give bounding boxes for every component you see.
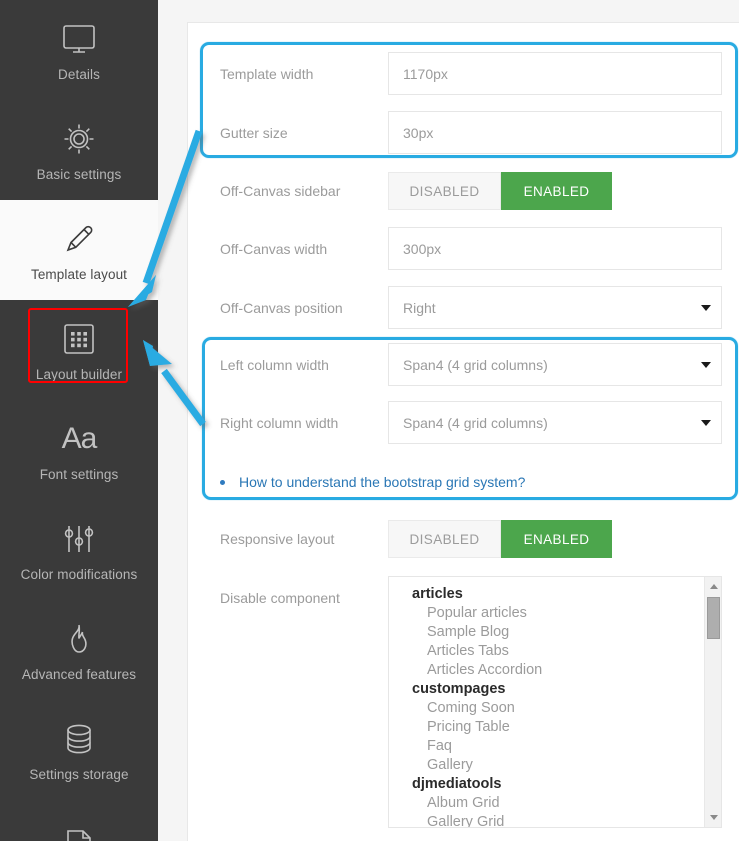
component-option[interactable]: Articles Tabs [389,642,721,661]
sidebar-item-label: Advanced features [21,666,137,682]
sidebar-item-advanced-features[interactable]: Advanced features [0,600,158,700]
template-width-input[interactable] [388,52,722,95]
sidebar-item-template-layout[interactable]: Template layout [0,200,158,300]
row-responsive-layout: Responsive layout DISABLED ENABLED [188,520,739,558]
offcanvas-sidebar-label: Off-Canvas sidebar [220,183,341,199]
left-column-width-value[interactable]: Span4 (4 grid columns) [388,343,722,386]
sliders-icon [62,519,96,559]
responsive-layout-disabled-button[interactable]: DISABLED [388,520,501,558]
disable-component-listbox[interactable]: articles Popular articles Sample Blog Artic… [388,576,722,828]
scrollbar-thumb[interactable] [707,597,720,639]
row-offcanvas-position: Off-Canvas position Right [188,286,739,329]
offcanvas-width-input[interactable] [388,227,722,270]
app-screen: Details Basic settings Template layout L… [0,0,739,841]
right-column-width-label: Right column width [220,414,339,431]
right-column-width-select[interactable]: Span4 (4 grid columns) [388,401,722,444]
aa-icon: Aa [61,419,98,459]
component-option-list: articles Popular articles Sample Blog Artic… [389,577,721,827]
offcanvas-sidebar-disabled-button[interactable]: DISABLED [388,172,501,210]
gutter-size-label: Gutter size [220,124,288,141]
sidebar-item-details[interactable]: Details [0,0,158,100]
row-gutter-size: Gutter size [188,111,739,154]
left-column-width-label: Left column width [220,356,329,373]
left-column-width-select[interactable]: Span4 (4 grid columns) [388,343,722,386]
row-right-column-width: Right column width Span4 (4 grid columns… [188,401,739,444]
sidebar-item-documentation[interactable] [0,800,158,841]
right-column-width-value[interactable]: Span4 (4 grid columns) [388,401,722,444]
offcanvas-sidebar-toggle[interactable]: DISABLED ENABLED [388,172,612,210]
responsive-layout-enabled-button[interactable]: ENABLED [501,520,612,558]
offcanvas-width-label: Off-Canvas width [220,240,328,257]
component-group-label[interactable]: djmediatools [389,775,721,794]
listbox-scrollbar[interactable] [704,577,721,827]
monitor-icon [61,19,97,59]
offcanvas-position-value[interactable]: Right [388,286,722,329]
sidebar-item-label: Color modifications [20,566,138,582]
row-left-column-width: Left column width Span4 (4 grid columns) [188,343,739,386]
sidebar-item-color-modifications[interactable]: Color modifications [0,500,158,600]
component-option[interactable]: Gallery Grid [389,813,721,827]
row-offcanvas-width: Off-Canvas width [188,227,739,270]
sidebar: Details Basic settings Template layout L… [0,0,158,841]
settings-panel: Template width Gutter size Off-Canvas si… [187,22,739,841]
gear-icon [61,119,97,159]
bootstrap-grid-help-link[interactable]: How to understand the bootstrap grid sys… [239,474,525,490]
sidebar-item-layout-builder[interactable]: Layout builder [0,300,158,400]
offcanvas-position-select[interactable]: Right [388,286,722,329]
grid-icon [62,319,96,359]
component-option[interactable]: Faq [389,737,721,756]
sidebar-item-label: Layout builder [35,366,123,382]
responsive-layout-toggle[interactable]: DISABLED ENABLED [388,520,612,558]
row-help-link: How to understand the bootstrap grid sys… [188,471,739,493]
component-option[interactable]: Album Grid [389,794,721,813]
sidebar-item-label: Settings storage [29,766,129,782]
disable-component-label: Disable component [220,590,340,606]
sidebar-item-label: Basic settings [36,166,122,182]
scroll-down-arrow-icon[interactable] [705,809,721,826]
component-option[interactable]: Popular articles [389,604,721,623]
pencil-icon [61,219,97,259]
template-width-label: Template width [220,65,314,82]
scroll-up-arrow-icon[interactable] [705,578,721,595]
row-offcanvas-sidebar: Off-Canvas sidebar DISABLED ENABLED [188,172,739,210]
gutter-size-input[interactable] [388,111,722,154]
component-option[interactable]: Articles Accordion [389,661,721,680]
offcanvas-position-label: Off-Canvas position [220,299,343,316]
sidebar-item-settings-storage[interactable]: Settings storage [0,700,158,800]
aa-glyph: Aa [61,421,98,455]
component-option[interactable]: Gallery [389,756,721,775]
sidebar-item-label: Details [58,66,100,82]
component-option[interactable]: Coming Soon [389,699,721,718]
sidebar-item-basic-settings[interactable]: Basic settings [0,100,158,200]
sidebar-item-label: Font settings [39,466,119,482]
database-icon [64,719,94,759]
component-group-label[interactable]: articles [389,585,721,604]
sidebar-item-font-settings[interactable]: Aa Font settings [0,400,158,500]
row-disable-component: Disable component articles Popular articl… [188,576,739,828]
component-group-label[interactable]: custompages [389,680,721,699]
flame-icon [63,619,95,659]
bullet-icon [220,479,225,485]
sidebar-item-label: Template layout [30,266,128,282]
responsive-layout-label: Responsive layout [220,531,335,547]
document-icon [64,826,94,841]
row-template-width: Template width [188,52,739,95]
offcanvas-sidebar-enabled-button[interactable]: ENABLED [501,172,612,210]
component-option[interactable]: Pricing Table [389,718,721,737]
component-option[interactable]: Sample Blog [389,623,721,642]
